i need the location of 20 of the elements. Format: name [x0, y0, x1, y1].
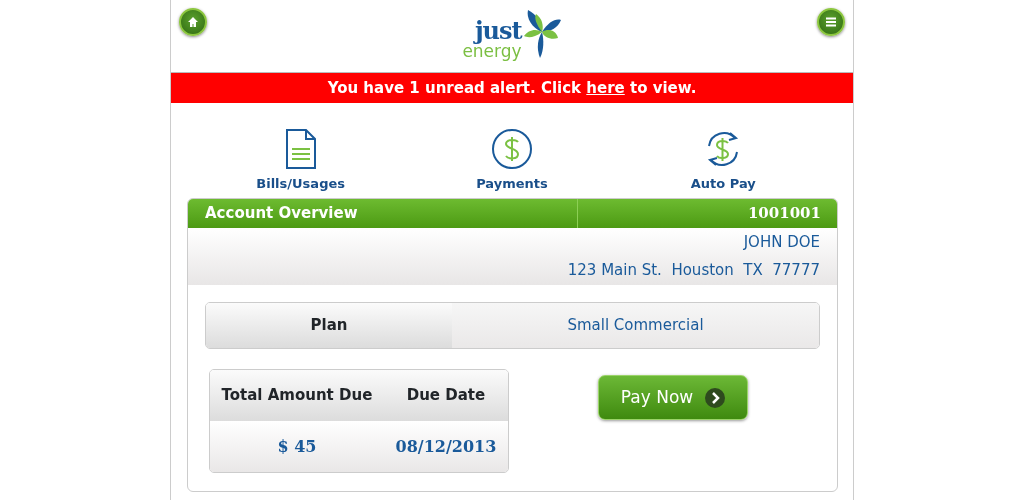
column-header: Total Amount Due: [210, 370, 384, 421]
document-icon: [284, 127, 317, 170]
chevron-right-icon: [705, 387, 726, 408]
alert-message: You have 1 unread alert. Click here to view.: [327, 77, 697, 99]
menu-button[interactable]: [817, 8, 845, 36]
dollar-icon: [491, 127, 533, 170]
menu-icon: [825, 17, 837, 27]
plan-value: Small Commercial: [452, 303, 819, 348]
logo-text: just: [474, 19, 522, 43]
column-header: Due Date: [383, 370, 508, 421]
account-number: 1001001: [747, 203, 821, 225]
card-title: Account Overview: [205, 203, 358, 225]
home-icon: [187, 16, 199, 28]
plan-label: Plan: [206, 303, 452, 348]
customer-name: JOHN DOE: [743, 233, 820, 251]
customer-address: 123 Main St. Houston TX 77777: [567, 261, 820, 279]
pinwheel-icon: [521, 8, 562, 60]
home-button[interactable]: [179, 8, 207, 36]
alert-link[interactable]: here: [586, 78, 625, 97]
logo-text: energy: [462, 43, 522, 60]
